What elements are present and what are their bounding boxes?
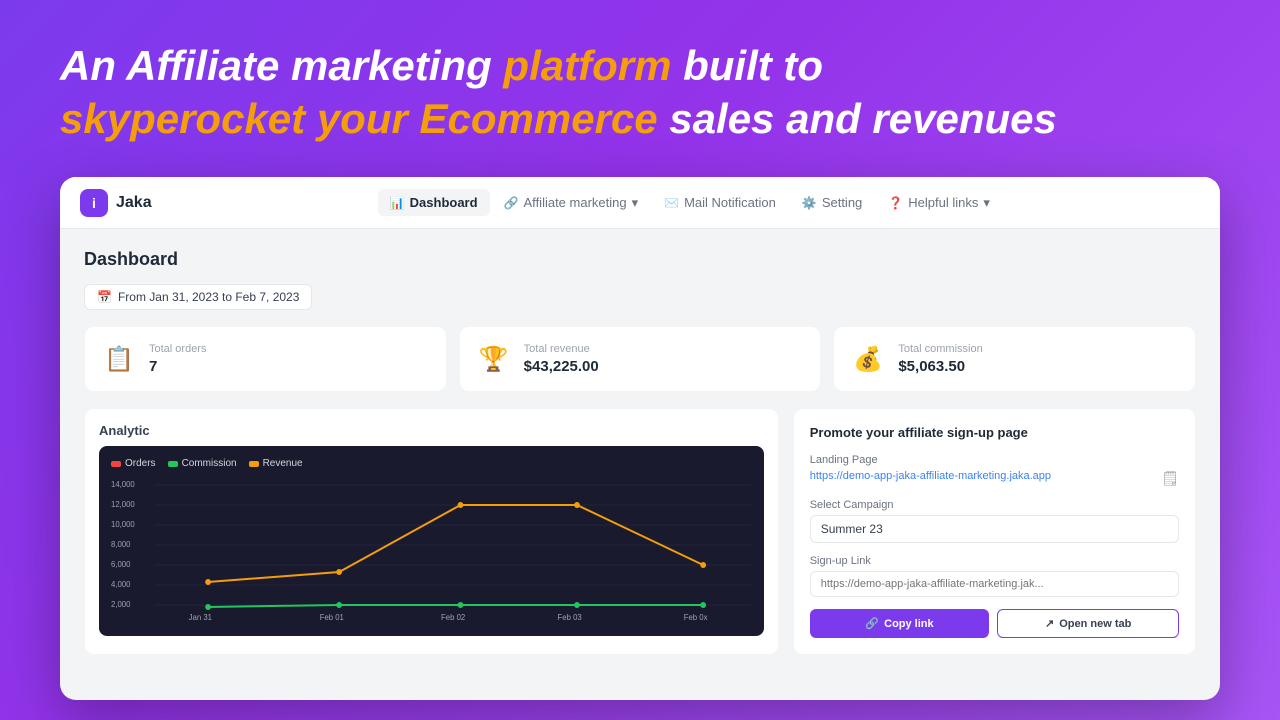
chart-container: Orders Commission Revenue 14,0 bbox=[99, 446, 764, 636]
gear-icon: ⚙️ bbox=[802, 196, 817, 210]
svg-text:Jan 31: Jan 31 bbox=[189, 613, 212, 622]
commission-icon: 💰 bbox=[850, 341, 886, 377]
line-chart: 14,000 12,000 10,000 8,000 6,000 4,000 2… bbox=[111, 477, 752, 622]
stat-value: $43,225.00 bbox=[524, 358, 599, 375]
affiliate-icon: 🔗 bbox=[504, 196, 519, 210]
copy-url-icon[interactable]: 🗒 bbox=[1161, 470, 1179, 487]
orders-icon: 📋 bbox=[101, 341, 137, 377]
analytics-card: Analytic Orders Commission R bbox=[84, 408, 779, 655]
svg-text:14,000: 14,000 bbox=[111, 480, 135, 489]
logo: i Jaka bbox=[80, 189, 152, 217]
logo-name: Jaka bbox=[116, 194, 152, 212]
chart-legend: Orders Commission Revenue bbox=[111, 458, 752, 469]
promote-title: Promote your affiliate sign-up page bbox=[810, 425, 1179, 440]
landing-page-label: Landing Page bbox=[810, 454, 1179, 466]
navigation: i Jaka 📊 Dashboard 🔗 Affiliate marketing… bbox=[60, 177, 1220, 229]
open-tab-label: Open new tab bbox=[1059, 618, 1131, 630]
signup-link-label: Sign-up Link bbox=[810, 555, 1179, 567]
campaign-select[interactable]: Summer 23 bbox=[810, 515, 1179, 543]
svg-text:Feb 02: Feb 02 bbox=[441, 613, 465, 622]
landing-page-url: https://demo-app-jaka-affiliate-marketin… bbox=[810, 470, 1179, 487]
hero-section: An Affiliate marketing platform built to… bbox=[60, 40, 1220, 145]
landing-page-link[interactable]: https://demo-app-jaka-affiliate-marketin… bbox=[810, 470, 1051, 482]
svg-text:6,000: 6,000 bbox=[111, 560, 131, 569]
calendar-icon: 📅 bbox=[97, 290, 112, 304]
dashboard-icon: 📊 bbox=[390, 196, 405, 210]
signup-link-input[interactable] bbox=[810, 571, 1179, 597]
nav-item-label: Dashboard bbox=[410, 195, 478, 210]
legend-revenue: Revenue bbox=[249, 458, 303, 469]
svg-text:10,000: 10,000 bbox=[111, 520, 135, 529]
stat-card-commission: 💰 Total commission $5,063.50 bbox=[833, 326, 1196, 392]
date-range-badge: 📅 From Jan 31, 2023 to Feb 7, 2023 bbox=[84, 284, 312, 310]
svg-text:Feb 01: Feb 01 bbox=[320, 613, 344, 622]
nav-item-label: Setting bbox=[822, 195, 862, 210]
stat-info: Total commission $5,063.50 bbox=[898, 343, 982, 375]
copy-icon: 🔗 bbox=[865, 617, 879, 630]
stat-value: 7 bbox=[149, 358, 206, 375]
svg-text:12,000: 12,000 bbox=[111, 500, 135, 509]
nav-item-setting[interactable]: ⚙️ Setting bbox=[790, 189, 874, 216]
nav-item-mail[interactable]: ✉️ Mail Notification bbox=[652, 189, 788, 216]
stat-card-revenue: 🏆 Total revenue $43,225.00 bbox=[459, 326, 822, 392]
stat-info: Total orders 7 bbox=[149, 343, 206, 375]
nav-item-label: Mail Notification bbox=[684, 195, 776, 210]
stat-label: Total revenue bbox=[524, 343, 599, 355]
svg-text:4,000: 4,000 bbox=[111, 580, 131, 589]
copy-link-button[interactable]: 🔗 Copy link bbox=[810, 609, 990, 638]
stat-card-orders: 📋 Total orders 7 bbox=[84, 326, 447, 392]
stat-info: Total revenue $43,225.00 bbox=[524, 343, 599, 375]
svg-text:Feb 0x: Feb 0x bbox=[684, 613, 708, 622]
svg-text:2,000: 2,000 bbox=[111, 600, 131, 609]
hero-line1: An Affiliate marketing platform built to bbox=[60, 42, 823, 89]
chart-title: Analytic bbox=[99, 423, 764, 438]
bottom-row: Analytic Orders Commission R bbox=[84, 408, 1196, 655]
revenue-icon: 🏆 bbox=[476, 341, 512, 377]
nav-item-helpful-links[interactable]: ❓ Helpful links ▾ bbox=[876, 189, 1002, 217]
commission-legend-dot bbox=[168, 461, 178, 467]
app-window: i Jaka 📊 Dashboard 🔗 Affiliate marketing… bbox=[60, 177, 1220, 700]
legend-commission: Commission bbox=[168, 458, 237, 469]
revenue-legend-dot bbox=[249, 461, 259, 467]
date-range-text: From Jan 31, 2023 to Feb 7, 2023 bbox=[118, 290, 299, 304]
nav-item-label: Affiliate marketing bbox=[524, 195, 627, 210]
select-campaign-label: Select Campaign bbox=[810, 499, 1179, 511]
copy-link-label: Copy link bbox=[884, 618, 934, 630]
svg-text:8,000: 8,000 bbox=[111, 540, 131, 549]
svg-text:Feb 03: Feb 03 bbox=[558, 613, 583, 622]
external-link-icon: ↗ bbox=[1045, 617, 1054, 630]
nav-items: 📊 Dashboard 🔗 Affiliate marketing ▾ ✉️ M… bbox=[180, 189, 1200, 217]
stat-value: $5,063.50 bbox=[898, 358, 982, 375]
chevron-down-icon: ▾ bbox=[632, 195, 639, 211]
nav-item-dashboard[interactable]: 📊 Dashboard bbox=[378, 189, 490, 216]
page-title: Dashboard bbox=[84, 249, 1196, 270]
legend-orders: Orders bbox=[111, 458, 156, 469]
orders-legend-dot bbox=[111, 461, 121, 467]
nav-item-label: Helpful links bbox=[908, 195, 978, 210]
stats-row: 📋 Total orders 7 🏆 Total revenue $43,225… bbox=[84, 326, 1196, 392]
stat-label: Total orders bbox=[149, 343, 206, 355]
hero-line2: skyperocket your Ecommerce sales and rev… bbox=[60, 95, 1057, 142]
nav-item-affiliate[interactable]: 🔗 Affiliate marketing ▾ bbox=[492, 189, 651, 217]
mail-icon: ✉️ bbox=[664, 196, 679, 210]
help-icon: ❓ bbox=[888, 196, 903, 210]
stat-label: Total commission bbox=[898, 343, 982, 355]
promote-card: Promote your affiliate sign-up page Land… bbox=[793, 408, 1196, 655]
open-new-tab-button[interactable]: ↗ Open new tab bbox=[997, 609, 1179, 638]
logo-icon: i bbox=[80, 189, 108, 217]
main-content: Dashboard 📅 From Jan 31, 2023 to Feb 7, … bbox=[60, 229, 1220, 700]
chevron-down-icon: ▾ bbox=[983, 195, 990, 211]
action-buttons: 🔗 Copy link ↗ Open new tab bbox=[810, 609, 1179, 638]
